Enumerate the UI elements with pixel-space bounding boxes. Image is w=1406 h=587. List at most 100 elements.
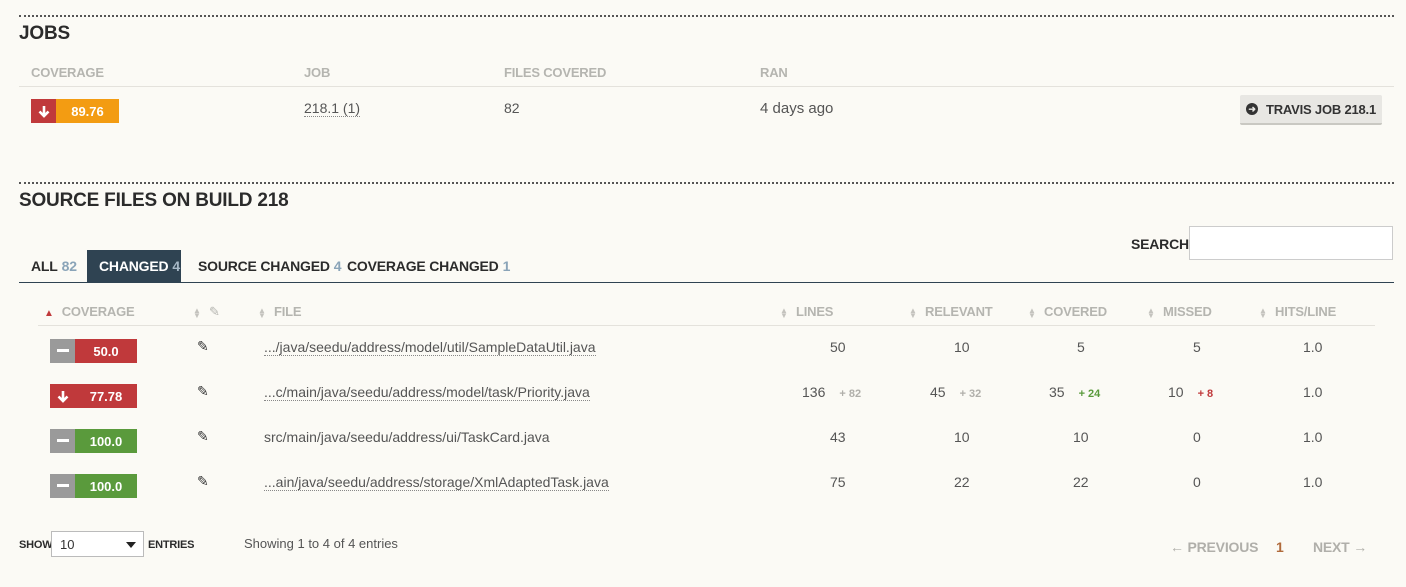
entries-select-value: 10 bbox=[60, 536, 75, 552]
col-file-label: FILE bbox=[274, 304, 302, 319]
file-link[interactable]: .../java/seedu/address/model/util/Sample… bbox=[264, 339, 596, 356]
hits-value: 1.0 bbox=[1303, 429, 1323, 445]
sort-icon: ▲ ▼ bbox=[1028, 305, 1036, 320]
sort-icon: ▲ ▼ bbox=[193, 305, 201, 320]
missed-cell: 10 + 8 bbox=[1168, 384, 1213, 400]
next-page-button[interactable]: NEXT → bbox=[1313, 539, 1367, 555]
relevant-value: 45 bbox=[930, 384, 946, 400]
arrow-right-circle-icon: ➜ bbox=[1246, 103, 1258, 115]
tab-all-label: ALL bbox=[31, 258, 58, 274]
lines-value: 75 bbox=[830, 474, 846, 490]
col-edit[interactable]: ▲ ▼ ✎ bbox=[193, 304, 220, 320]
tabs-underline bbox=[19, 282, 1394, 283]
relevant-value: 10 bbox=[954, 339, 970, 355]
col-hits-line-label: HITS/LINE bbox=[1275, 304, 1337, 319]
file-cell: .../java/seedu/address/model/util/Sample… bbox=[264, 339, 596, 356]
travis-job-button[interactable]: ➜ TRAVIS JOB 218.1 bbox=[1240, 95, 1382, 125]
entries-label: ENTRIES bbox=[148, 539, 195, 551]
col-missed-label: MISSED bbox=[1163, 304, 1212, 319]
col-missed[interactable]: ▲ ▼ MISSED bbox=[1147, 304, 1212, 319]
missed-value: 0 bbox=[1193, 474, 1201, 490]
arrow-down-icon bbox=[50, 384, 75, 408]
col-coverage-label: COVERAGE bbox=[61, 304, 135, 319]
entries-select[interactable]: 10 bbox=[51, 531, 144, 557]
tab-all[interactable]: ALL 82 bbox=[19, 250, 89, 282]
col-relevant-label: RELEVANT bbox=[925, 304, 993, 319]
tab-coverage-changed[interactable]: COVERAGE CHANGED 1 bbox=[335, 250, 522, 282]
jobs-title: JOBS bbox=[19, 23, 70, 44]
jobs-header-ran: RAN bbox=[760, 65, 788, 80]
job-ran: 4 days ago bbox=[760, 100, 834, 117]
job-coverage-value: 89.76 bbox=[56, 99, 119, 123]
missed-delta: + 8 bbox=[1197, 388, 1214, 400]
lines-value: 43 bbox=[830, 429, 846, 445]
hits-value: 1.0 bbox=[1303, 339, 1323, 355]
missed-value: 0 bbox=[1193, 429, 1201, 445]
col-relevant[interactable]: ▲ ▼ RELEVANT bbox=[909, 304, 993, 319]
source-title: SOURCE FILES ON BUILD 218 bbox=[19, 190, 289, 211]
file-cell: ...c/main/java/seedu/address/model/task/… bbox=[264, 384, 590, 401]
covered-value: 5 bbox=[1077, 339, 1085, 355]
relevant-value: 22 bbox=[954, 474, 970, 490]
sort-icon: ▲ ▼ bbox=[258, 305, 266, 320]
minus-icon bbox=[50, 339, 75, 363]
col-lines[interactable]: ▲ ▼ LINES bbox=[780, 304, 833, 319]
previous-page-button[interactable]: ← PREVIOUS bbox=[1170, 539, 1258, 555]
minus-icon bbox=[50, 474, 75, 498]
file-link[interactable]: ...ain/java/seedu/address/storage/XmlAda… bbox=[264, 474, 609, 491]
missed-value: 5 bbox=[1193, 339, 1201, 355]
tab-changed[interactable]: CHANGED 4 bbox=[87, 250, 181, 282]
hits-value: 1.0 bbox=[1303, 384, 1323, 400]
file-coverage-value: 50.0 bbox=[75, 339, 137, 363]
covered-delta: + 24 bbox=[1078, 388, 1101, 400]
col-hits-line[interactable]: ▲ ▼ HITS/LINE bbox=[1259, 304, 1336, 319]
lines-delta: + 82 bbox=[839, 388, 862, 400]
sort-asc-icon: ▲ bbox=[44, 308, 54, 319]
search-input[interactable] bbox=[1189, 226, 1393, 260]
page-1-button[interactable]: 1 bbox=[1276, 539, 1284, 555]
jobs-header-line bbox=[19, 86, 1394, 87]
source-divider bbox=[19, 182, 1394, 184]
col-file[interactable]: ▲ ▼ FILE bbox=[258, 304, 302, 320]
col-covered[interactable]: ▲ ▼ COVERED bbox=[1028, 304, 1107, 319]
jobs-divider bbox=[19, 15, 1394, 17]
table-header-line bbox=[38, 325, 1375, 326]
col-coverage[interactable]: ▲ COVERAGE bbox=[44, 304, 135, 319]
tab-coverage-changed-label: COVERAGE CHANGED bbox=[347, 258, 499, 274]
edit-icon[interactable]: ✎ bbox=[197, 338, 209, 355]
minus-icon bbox=[50, 429, 75, 453]
file-link[interactable]: src/main/java/seedu/address/ui/TaskCard.… bbox=[264, 429, 550, 445]
edit-icon[interactable]: ✎ bbox=[197, 383, 209, 400]
sort-icon: ▲ ▼ bbox=[780, 305, 788, 320]
relevant-value: 10 bbox=[954, 429, 970, 445]
job-coverage-badge: 89.76 bbox=[31, 99, 119, 123]
covered-cell: 35 + 24 bbox=[1049, 384, 1100, 400]
edit-icon[interactable]: ✎ bbox=[197, 473, 209, 490]
covered-value: 10 bbox=[1073, 429, 1089, 445]
arrow-down-icon bbox=[31, 99, 56, 123]
file-coverage-value: 100.0 bbox=[75, 429, 137, 453]
file-coverage-badge: 100.0 bbox=[50, 474, 137, 498]
edit-icon[interactable]: ✎ bbox=[197, 428, 209, 445]
covered-value: 22 bbox=[1073, 474, 1089, 490]
missed-value: 10 bbox=[1168, 384, 1184, 400]
file-link[interactable]: ...c/main/java/seedu/address/model/task/… bbox=[264, 384, 590, 401]
file-coverage-value: 100.0 bbox=[75, 474, 137, 498]
job-files-covered: 82 bbox=[504, 100, 520, 116]
tab-source-changed-label: SOURCE CHANGED bbox=[198, 258, 330, 274]
table-info: Showing 1 to 4 of 4 entries bbox=[244, 536, 398, 551]
file-coverage-badge: 100.0 bbox=[50, 429, 137, 453]
tab-all-count: 82 bbox=[61, 258, 77, 274]
col-lines-label: LINES bbox=[796, 304, 834, 319]
col-covered-label: COVERED bbox=[1044, 304, 1107, 319]
tab-changed-label: CHANGED bbox=[99, 258, 169, 274]
file-coverage-value: 77.78 bbox=[75, 384, 137, 408]
file-cell: src/main/java/seedu/address/ui/TaskCard.… bbox=[264, 429, 550, 445]
hits-value: 1.0 bbox=[1303, 474, 1323, 490]
sort-icon: ▲ ▼ bbox=[1147, 305, 1155, 320]
sort-icon: ▲ ▼ bbox=[909, 305, 917, 320]
jobs-header-files-covered: FILES COVERED bbox=[504, 65, 607, 80]
lines-cell: 136 + 82 bbox=[802, 384, 861, 400]
tab-source-changed[interactable]: SOURCE CHANGED 4 bbox=[186, 250, 353, 282]
job-link[interactable]: 218.1 (1) bbox=[304, 100, 361, 117]
